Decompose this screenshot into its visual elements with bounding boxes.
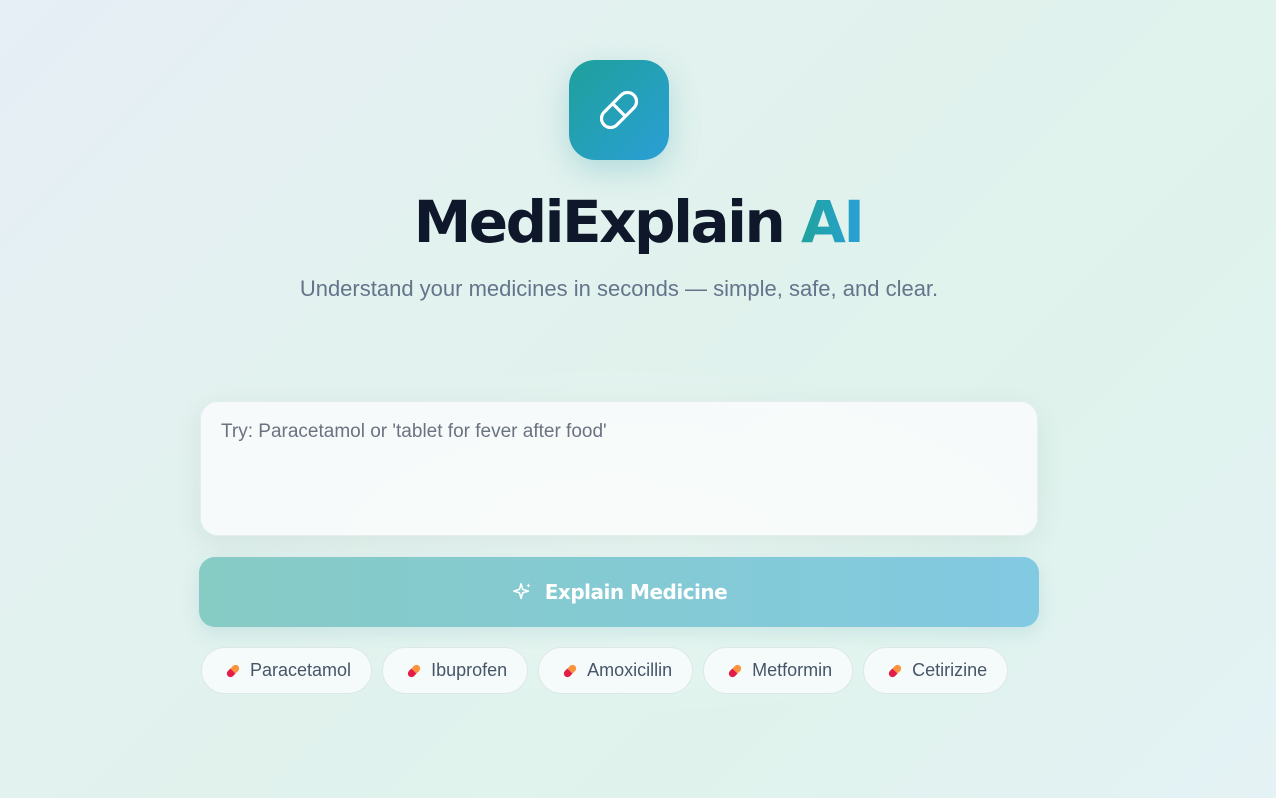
suggestion-chip-label: Paracetamol (250, 660, 352, 680)
pill-emoji-icon (407, 664, 421, 677)
suggestion-chips: Paracetamol Ibuprofen Amoxicillin Metfor… (201, 647, 1009, 694)
pill-emoji-icon (563, 664, 577, 677)
suggestion-chip-ibuprofen[interactable]: Ibuprofen (382, 647, 529, 694)
page-title: MediExplain AI (0, 184, 1276, 260)
pill-emoji-icon (729, 664, 742, 677)
medicine-query-box (200, 401, 1038, 536)
medicine-query-input[interactable] (201, 402, 1037, 535)
title-accent: AI (800, 188, 865, 256)
suggestion-chip-amoxicillin[interactable]: Amoxicillin (538, 647, 694, 694)
suggestion-chip-cetirizine[interactable]: Cetirizine (863, 647, 1009, 694)
explain-button-label: Explain Medicine (544, 580, 728, 604)
suggestion-chip-paracetamol[interactable]: Paracetamol (201, 647, 373, 694)
suggestion-chip-metformin[interactable]: Metformin (703, 647, 854, 694)
suggestion-chip-label: Cetirizine (912, 660, 988, 680)
title-main: MediExplain (413, 188, 786, 256)
explain-medicine-button[interactable]: Explain Medicine (199, 557, 1039, 627)
pill-icon (599, 90, 639, 130)
pill-emoji-icon (226, 664, 240, 677)
pill-emoji-icon (889, 664, 902, 677)
page-subtitle: Understand your medicines in seconds — s… (299, 276, 939, 301)
suggestion-chip-label: Amoxicillin (587, 660, 673, 680)
sparkle-icon (512, 582, 531, 600)
suggestion-chip-label: Ibuprofen (431, 660, 508, 680)
suggestion-chip-label: Metformin (752, 660, 833, 680)
app-logo (569, 60, 669, 160)
